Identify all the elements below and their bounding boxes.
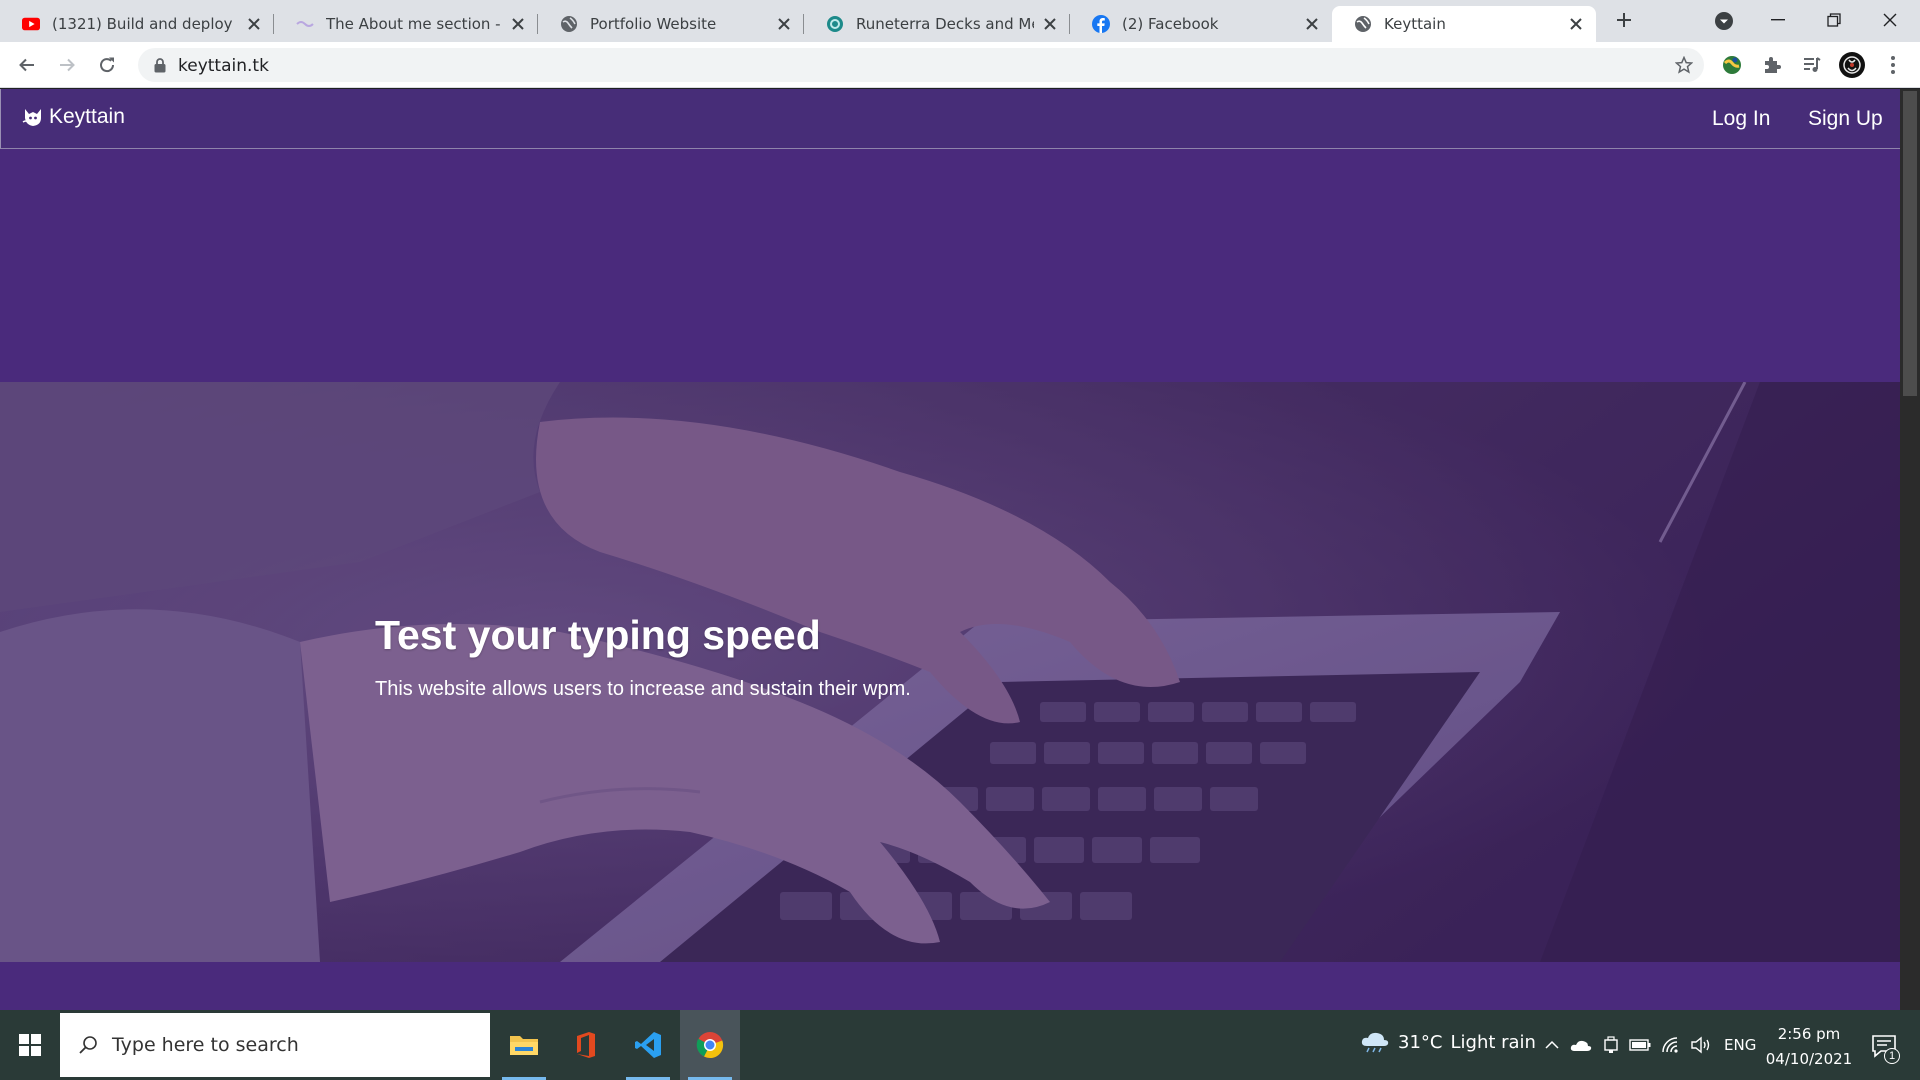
- browser-tab[interactable]: The About me section - Scri: [274, 6, 538, 42]
- battery-icon[interactable]: [1629, 1034, 1651, 1056]
- clock-date: 04/10/2021: [1765, 1050, 1853, 1068]
- restore-icon[interactable]: [1806, 0, 1862, 40]
- windows-start-icon[interactable]: [0, 1010, 60, 1080]
- brand-link[interactable]: Keyttain: [21, 105, 125, 129]
- rain-cloud-icon: [1361, 1032, 1389, 1053]
- url-text[interactable]: keyttain.tk: [178, 56, 269, 76]
- page-scrollbar[interactable]: [1900, 89, 1920, 1010]
- back-icon[interactable]: [13, 51, 41, 79]
- lock-icon[interactable]: [152, 57, 168, 73]
- search-icon: [76, 1033, 100, 1057]
- wifi-icon[interactable]: [1660, 1034, 1682, 1056]
- runeterra-icon: [826, 15, 844, 33]
- search-placeholder: Type here to search: [112, 1034, 299, 1056]
- taskbar-search-box[interactable]: Type here to search: [60, 1013, 490, 1077]
- hero-title: Test your typing speed: [375, 612, 821, 658]
- language-indicator[interactable]: ENG: [1724, 1036, 1756, 1054]
- tab-search-icon[interactable]: [1712, 9, 1736, 33]
- close-tab-icon[interactable]: [1566, 14, 1586, 34]
- login-link[interactable]: Log In: [1712, 107, 1770, 131]
- browser-tab[interactable]: Portfolio Website: [538, 6, 804, 42]
- notification-count-badge: 1: [1884, 1048, 1900, 1064]
- tab-title: Portfolio Website: [590, 15, 717, 33]
- scrollbar-thumb[interactable]: [1903, 91, 1917, 396]
- browser-tab-active[interactable]: Keyttain: [1332, 6, 1596, 42]
- tab-title: The About me section - Scri: [326, 15, 502, 33]
- close-tab-icon[interactable]: [1302, 14, 1322, 34]
- windows-taskbar: Type here to search 31°C Light rain ENG …: [0, 1010, 1920, 1080]
- scribble-icon: [296, 15, 314, 33]
- close-tab-icon[interactable]: [244, 14, 264, 34]
- globe-icon: [1354, 15, 1372, 33]
- weather-condition: Light rain: [1450, 1031, 1536, 1053]
- office-icon[interactable]: [556, 1010, 616, 1080]
- extensions-puzzle-icon[interactable]: [1759, 52, 1785, 78]
- weather-temp: 31°C: [1398, 1031, 1443, 1053]
- signup-link[interactable]: Sign Up: [1808, 107, 1883, 131]
- tab-title: Keyttain: [1384, 15, 1446, 33]
- extension-globe-icon[interactable]: [1719, 52, 1745, 78]
- facebook-icon: [1092, 15, 1110, 33]
- minimize-icon[interactable]: [1750, 0, 1806, 40]
- youtube-icon: [22, 15, 40, 33]
- browser-menu-icon[interactable]: [1880, 52, 1906, 78]
- hero-subtitle: This website allows users to increase an…: [375, 678, 911, 700]
- weather-widget[interactable]: 31°C Light rain: [1360, 1030, 1536, 1054]
- close-tab-icon[interactable]: [774, 14, 794, 34]
- forward-icon[interactable]: [53, 51, 81, 79]
- typing-hands-image: [0, 382, 1900, 962]
- hero-section: Test your typing speed This website allo…: [0, 382, 1900, 962]
- profile-avatar[interactable]: [1839, 52, 1865, 78]
- tab-title: (1321) Build and deploy a p: [52, 15, 238, 33]
- hero-bottom-band: [0, 962, 1900, 1010]
- hero-top-band: [0, 149, 1900, 382]
- onedrive-icon[interactable]: [1570, 1034, 1592, 1056]
- bookmark-star-icon[interactable]: [1674, 55, 1694, 75]
- file-explorer-icon[interactable]: [494, 1010, 554, 1080]
- show-hidden-icons-icon[interactable]: [1541, 1034, 1563, 1056]
- media-control-icon[interactable]: [1799, 52, 1825, 78]
- browser-tab[interactable]: (2) Facebook: [1070, 6, 1332, 42]
- browser-tab[interactable]: (1321) Build and deploy a p: [0, 6, 274, 42]
- page-viewport: Keyttain Log In Sign Up Test your typing…: [0, 89, 1920, 1010]
- globe-icon: [560, 15, 578, 33]
- vscode-icon[interactable]: [618, 1010, 678, 1080]
- clock-time: 2:56 pm: [1777, 1025, 1841, 1043]
- volume-icon[interactable]: [1690, 1034, 1712, 1056]
- site-navbar: Keyttain Log In Sign Up: [0, 89, 1900, 149]
- close-window-icon[interactable]: [1862, 0, 1918, 40]
- chrome-icon[interactable]: [680, 1010, 740, 1080]
- close-tab-icon[interactable]: [508, 14, 528, 34]
- taskbar-clock[interactable]: 2:56 pm 04/10/2021: [1764, 1022, 1854, 1072]
- notification-center-icon[interactable]: 1: [1866, 1028, 1902, 1064]
- battery-meter-icon[interactable]: [1600, 1034, 1622, 1056]
- tab-title: Runeterra Decks and Meta: [856, 15, 1034, 33]
- cat-logo-icon: [21, 105, 45, 129]
- address-bar[interactable]: keyttain.tk: [138, 48, 1704, 82]
- browser-tabstrip: (1321) Build and deploy a p The About me…: [0, 0, 1920, 42]
- browser-toolbar: keyttain.tk: [0, 42, 1920, 88]
- brand-name: Keyttain: [49, 105, 125, 128]
- tab-title: (2) Facebook: [1122, 15, 1219, 33]
- browser-tab[interactable]: Runeterra Decks and Meta: [804, 6, 1070, 42]
- close-tab-icon[interactable]: [1040, 14, 1060, 34]
- reload-icon[interactable]: [93, 51, 121, 79]
- new-tab-icon[interactable]: [1612, 8, 1636, 32]
